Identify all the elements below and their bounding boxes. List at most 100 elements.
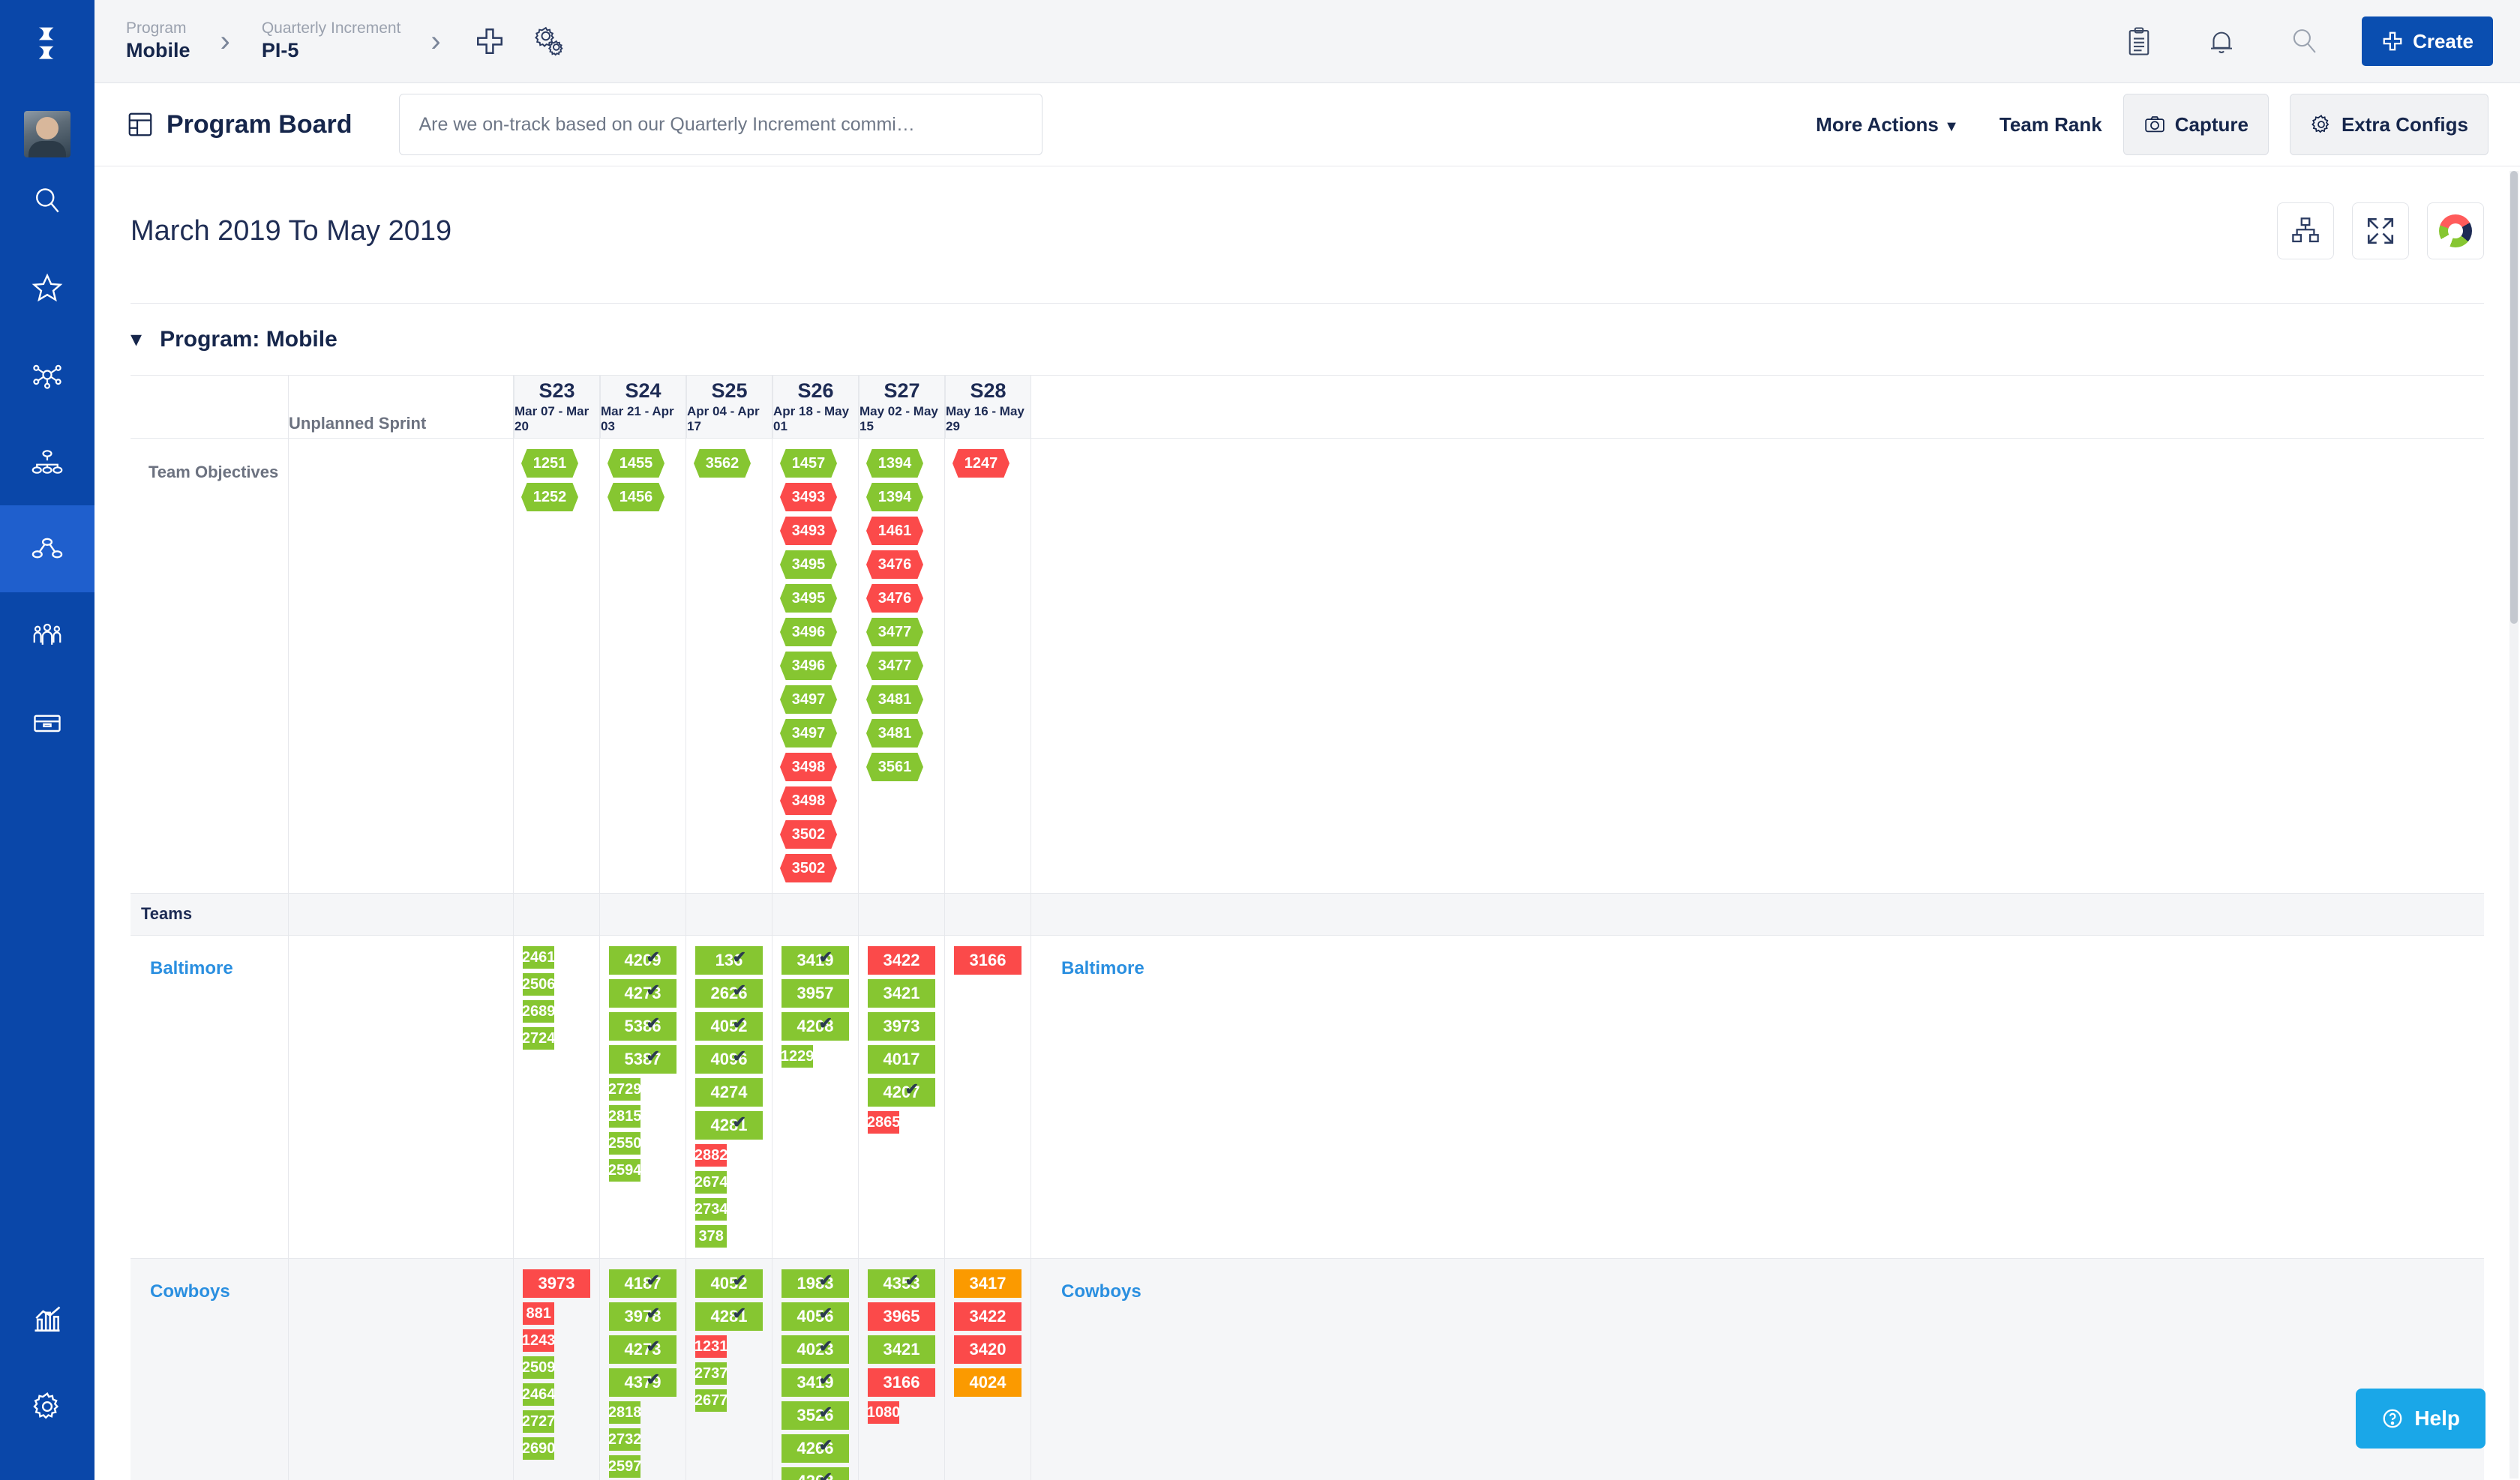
work-item-card[interactable]: 3420 [954,1335,1022,1364]
work-item-card[interactable]: 2727 [522,1410,555,1433]
objective-badge[interactable]: 1455 [608,449,664,478]
app-logo[interactable] [0,0,94,88]
sprint-header-S27[interactable]: S27 May 02 - May 15 [859,375,945,438]
search-button[interactable] [2282,19,2326,63]
sidebar-item-analytics[interactable] [0,1276,94,1363]
work-item-card[interactable]: 2506 [522,973,555,996]
objective-badge[interactable]: 1457 [780,449,837,478]
objective-badge[interactable]: 3498 [780,753,837,781]
more-actions-button[interactable]: More Actions ▼ [1816,113,1959,136]
work-item-card[interactable]: 3526 ✔ [782,1401,849,1430]
board-question-input[interactable]: Are we on-track based on our Quarterly I… [398,94,1042,155]
breadcrumb-program[interactable]: Program Mobile [126,19,190,64]
objective-badge[interactable]: 3495 [780,550,837,579]
work-item-card[interactable]: 2550 [608,1132,641,1155]
objective-badge[interactable]: 3498 [780,786,837,815]
objective-badge[interactable]: 1456 [608,483,664,511]
work-item-card[interactable]: 4187 ✔ [609,1269,676,1298]
team-name-link-right[interactable]: Cowboys [1040,1269,2475,1302]
scrollbar-thumb[interactable] [2510,171,2518,624]
objective-badge[interactable]: 3477 [866,618,923,646]
work-item-card[interactable]: 4266 ✔ [782,1434,849,1463]
work-item-card[interactable]: 4024 [954,1368,1022,1397]
work-item-card[interactable]: 2737 [694,1362,728,1385]
objective-badge[interactable]: 3493 [780,483,837,511]
sidebar-item-hierarchy[interactable] [0,418,94,505]
work-item-card[interactable]: 2882 [694,1144,728,1167]
objective-badge[interactable]: 1247 [952,449,1010,478]
work-item-card[interactable]: 4052 ✔ [695,1269,763,1298]
work-item-card[interactable]: 2734 [694,1198,728,1221]
work-item-card[interactable]: 3417 [954,1269,1022,1298]
work-item-card[interactable]: 4209 ✔ [609,946,676,975]
objective-badge[interactable]: 3493 [780,517,837,545]
work-item-card[interactable]: 2677 [694,1389,728,1412]
work-item-card[interactable]: 2597 [608,1455,641,1478]
work-item-card[interactable]: 2690 [522,1437,555,1460]
work-item-card[interactable]: 4353 ✔ [868,1269,935,1298]
sidebar-item-archive[interactable] [0,679,94,766]
work-item-card[interactable]: 4052 ✔ [695,1012,763,1041]
work-item-card[interactable]: 4207 ✔ [868,1078,935,1107]
program-section-header[interactable]: ▾ Program: Mobile [130,303,2484,375]
team-name-link[interactable]: Baltimore [140,946,279,979]
objective-badge[interactable]: 1251 [521,449,578,478]
work-item-card[interactable]: 1231 [694,1335,728,1358]
work-item-card[interactable]: 3978 ✔ [609,1302,676,1331]
team-name-link[interactable]: Cowboys [140,1269,279,1302]
objective-badge[interactable]: 3561 [866,753,923,781]
work-item-card[interactable]: 2865 [867,1111,900,1134]
work-item-card[interactable]: 4273 ✔ [609,1335,676,1364]
sidebar-item-settings[interactable] [0,1363,94,1450]
work-item-card[interactable]: 2732 [608,1428,641,1451]
work-item-card[interactable]: 4208✔ [782,1012,849,1041]
work-item-card[interactable]: 2815 [608,1105,641,1128]
work-item-card[interactable]: 3422 [954,1302,1022,1331]
work-item-card[interactable]: 2594 [608,1159,641,1182]
work-item-card[interactable]: 2509 [522,1356,555,1379]
objective-badge[interactable]: 3476 [866,584,923,613]
avatar[interactable] [24,111,70,157]
objective-badge[interactable]: 3497 [780,719,837,747]
vertical-scrollbar[interactable] [2510,171,2518,1479]
fullscreen-button[interactable] [2352,202,2409,259]
sidebar-item-search[interactable] [0,157,94,244]
sprint-header-S26[interactable]: S26 Apr 18 - May 01 [772,375,859,438]
extra-configs-button[interactable]: Extra Configs [2289,94,2488,155]
work-item-card[interactable]: 4096 ✔ [695,1045,763,1074]
objective-badge[interactable]: 1252 [521,483,578,511]
work-item-card[interactable]: 2724 [522,1027,555,1050]
objective-badge[interactable]: 3477 [866,652,923,680]
sprint-header-S23[interactable]: S23 Mar 07 - Mar 20 [514,375,600,438]
notifications-button[interactable] [2200,19,2243,63]
work-item-card[interactable]: 3973 [868,1012,935,1041]
work-item-card[interactable]: 3965 [868,1302,935,1331]
work-item-card[interactable]: 2818 [608,1401,641,1424]
objective-badge[interactable]: 3562 [694,449,751,478]
objective-badge[interactable]: 1461 [866,517,923,545]
work-item-card[interactable]: 2674 [694,1171,728,1194]
add-button[interactable] [468,19,512,63]
objective-badge[interactable]: 3502 [780,854,837,882]
org-chart-button[interactable] [2277,202,2334,259]
objective-badge[interactable]: 3497 [780,685,837,714]
work-item-card[interactable]: 2729 [608,1078,641,1101]
objective-badge[interactable]: 3481 [866,719,923,747]
work-item-card[interactable]: 4017 [868,1045,935,1074]
sidebar-item-network[interactable] [0,331,94,418]
work-item-card[interactable]: 2464 [522,1383,555,1406]
objective-badge[interactable]: 3495 [780,584,837,613]
work-item-card[interactable]: 4379 ✔ [609,1368,676,1397]
work-item-card[interactable]: 1243 [522,1329,555,1352]
settings-gears-button[interactable] [528,19,572,63]
sprint-header-S28[interactable]: S28 May 16 - May 29 [945,375,1031,438]
work-item-card[interactable]: 378 [695,1225,728,1248]
work-item-card[interactable]: 3421 [868,1335,935,1364]
work-item-card[interactable]: 4056 ✔ [782,1302,849,1331]
breadcrumb-increment[interactable]: Quarterly Increment PI-5 [262,19,401,64]
work-item-card[interactable]: 2461 [522,946,555,969]
work-item-card[interactable]: 2626 ✔ [695,979,763,1008]
work-item-card[interactable]: 1983 ✔ [782,1269,849,1298]
capture-button[interactable]: Capture [2122,94,2269,155]
objective-badge[interactable]: 3481 [866,685,923,714]
